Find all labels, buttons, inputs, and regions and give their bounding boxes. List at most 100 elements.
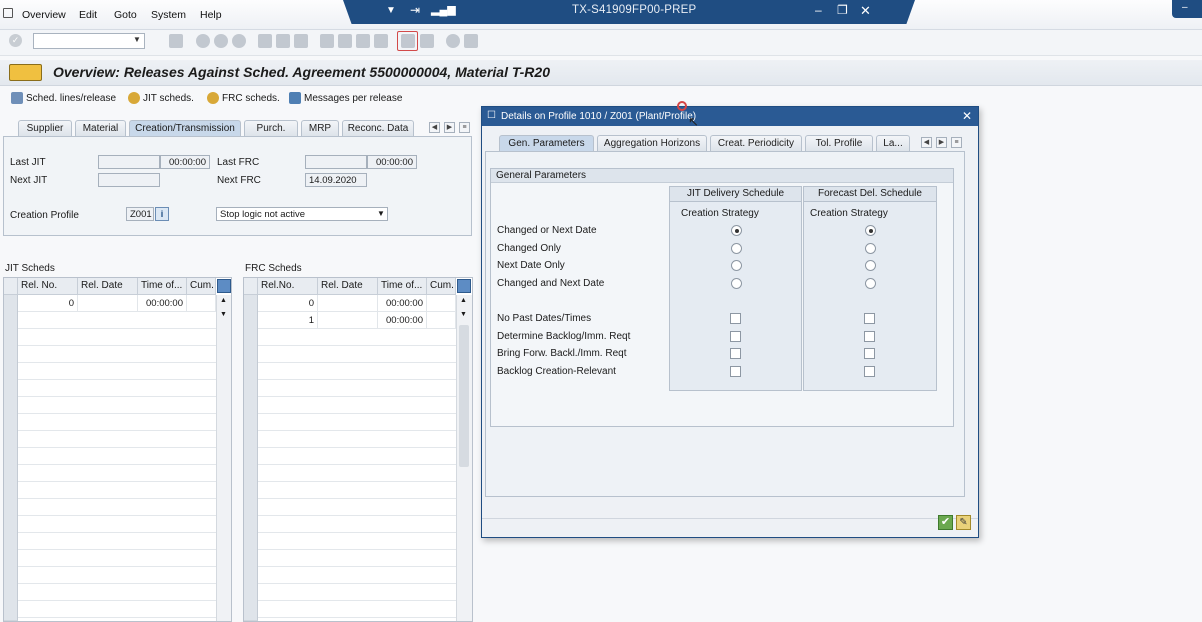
jit-col-rel-no[interactable]: Rel. No. (18, 278, 78, 295)
frc-scroll-thumb[interactable] (459, 325, 469, 467)
frc-cell[interactable] (318, 312, 378, 329)
frc-scheds-button[interactable]: FRC scheds. (207, 92, 280, 104)
dialog-tab-creat-periodicity[interactable]: Creat. Periodicity (710, 135, 802, 151)
frc-checkbox-bring-forward-backlog[interactable] (864, 348, 875, 359)
tab-reconc-data[interactable]: Reconc. Data (342, 120, 414, 136)
find-next-icon[interactable] (294, 34, 308, 48)
messages-per-release-button[interactable]: Messages per release (289, 92, 402, 104)
menu-goto[interactable]: Goto (114, 9, 137, 21)
last-jit-date-field[interactable] (98, 155, 160, 169)
jit-cell[interactable] (187, 295, 216, 312)
chevron-down-icon[interactable]: ▼ (377, 209, 385, 218)
jit-radio-changed-or-next-date[interactable] (731, 225, 742, 236)
dialog-tab-tol-profile[interactable]: Tol. Profile (805, 135, 873, 151)
table-settings-icon[interactable] (457, 279, 471, 293)
dropdown-icon[interactable]: ▼ (386, 5, 396, 16)
confirm-checkmark-icon[interactable]: ✔ (938, 515, 953, 530)
frc-cell[interactable] (318, 295, 378, 312)
close-icon[interactable]: ✕ (860, 3, 871, 19)
tab-supplier[interactable]: Supplier (18, 120, 72, 136)
menu-edit[interactable]: Edit (79, 9, 97, 21)
table-settings-icon[interactable] (217, 279, 231, 293)
back-icon[interactable] (196, 34, 210, 48)
pin-icon[interactable]: ⇥ (410, 3, 420, 17)
frc-row-selector-column[interactable] (244, 295, 258, 621)
previous-page-icon[interactable] (338, 34, 352, 48)
last-jit-time-field[interactable]: 00:00:00 (160, 155, 210, 169)
frc-cell[interactable] (427, 312, 456, 329)
save-icon[interactable] (169, 34, 183, 48)
restore-icon[interactable]: ❐ (837, 3, 848, 17)
scroll-up-icon[interactable]: ▲ (460, 297, 467, 304)
exit-icon[interactable] (214, 34, 228, 48)
scroll-up-icon[interactable]: ▲ (220, 297, 227, 304)
frc-radio-changed-and-next-date[interactable] (865, 278, 876, 289)
frc-col-cum[interactable]: Cum. R (427, 278, 456, 295)
frc-select-all[interactable] (244, 278, 258, 295)
jit-checkbox-no-past-dates[interactable] (730, 313, 741, 324)
frc-col-rel-no[interactable]: Rel.No. (258, 278, 318, 295)
dialog-tab-gen-parameters[interactable]: Gen. Parameters (499, 135, 594, 151)
chevron-down-icon[interactable]: ▼ (133, 35, 141, 44)
jit-cell[interactable]: 00:00:00 (138, 295, 187, 312)
tab-mrp[interactable]: MRP (301, 120, 339, 136)
frc-cell[interactable]: 00:00:00 (378, 312, 427, 329)
first-page-icon[interactable] (320, 34, 334, 48)
dialog-tab-scroll-left-icon[interactable]: ◀ (921, 137, 932, 148)
jit-radio-changed-and-next-date[interactable] (731, 278, 742, 289)
enter-icon[interactable]: ✓ (9, 34, 22, 47)
jit-cell[interactable] (78, 295, 138, 312)
last-page-icon[interactable] (374, 34, 388, 48)
next-jit-date-field[interactable] (98, 173, 160, 187)
find-icon[interactable] (276, 34, 290, 48)
last-frc-date-field[interactable] (305, 155, 367, 169)
sched-lines-button[interactable]: Sched. lines/release (11, 92, 116, 104)
jit-radio-changed-only[interactable] (731, 243, 742, 254)
dialog-tab-aggregation-horizons[interactable]: Aggregation Horizons (597, 135, 707, 151)
jit-checkbox-bring-forward-backlog[interactable] (730, 348, 741, 359)
tab-scroll-right-icon[interactable]: ▶ (444, 122, 455, 133)
frc-checkbox-backlog-creation-relevant[interactable] (864, 366, 875, 377)
tab-material[interactable]: Material (75, 120, 126, 136)
print-icon[interactable] (258, 34, 272, 48)
stop-logic-select[interactable]: Stop logic not active (216, 207, 388, 221)
jit-checkbox-determine-backlog[interactable] (730, 331, 741, 342)
last-frc-time-field[interactable]: 00:00:00 (367, 155, 417, 169)
jit-select-all[interactable] (4, 278, 18, 295)
new-session-icon[interactable] (401, 34, 415, 48)
cancel-icon[interactable] (232, 34, 246, 48)
menu-icon[interactable] (3, 8, 13, 18)
jit-col-cum[interactable]: Cum. R (187, 278, 216, 295)
jit-scheds-button[interactable]: JIT scheds. (128, 92, 194, 104)
jit-col-rel-date[interactable]: Rel. Date (78, 278, 138, 295)
frc-radio-next-date-only[interactable] (865, 260, 876, 271)
tab-purch[interactable]: Purch. (244, 120, 298, 136)
frc-cell[interactable]: 00:00:00 (378, 295, 427, 312)
jit-radio-next-date-only[interactable] (731, 260, 742, 271)
frc-checkbox-determine-backlog[interactable] (864, 331, 875, 342)
dialog-close-icon[interactable]: ✕ (962, 109, 972, 123)
tab-creation-transmission[interactable]: Creation/Transmission (129, 120, 241, 136)
layout-icon[interactable] (464, 34, 478, 48)
menu-help[interactable]: Help (200, 9, 222, 21)
shortcut-icon[interactable] (420, 34, 434, 48)
command-field[interactable] (33, 33, 145, 49)
jit-row-selector-column[interactable] (4, 295, 18, 621)
corner-minimize-icon[interactable]: – (1182, 2, 1188, 13)
frc-radio-changed-only[interactable] (865, 243, 876, 254)
scroll-down-icon[interactable]: ▼ (220, 311, 227, 318)
frc-col-time[interactable]: Time of... (378, 278, 427, 295)
frc-col-rel-date[interactable]: Rel. Date (318, 278, 378, 295)
info-icon[interactable]: i (155, 207, 169, 221)
jit-cell[interactable]: 0 (18, 295, 78, 312)
frc-checkbox-no-past-dates[interactable] (864, 313, 875, 324)
jit-scrollbar[interactable] (216, 295, 231, 621)
dialog-tab-la[interactable]: La... (876, 135, 910, 151)
frc-cell[interactable]: 1 (258, 312, 318, 329)
minimize-icon[interactable]: – (815, 3, 822, 17)
next-page-icon[interactable] (356, 34, 370, 48)
menu-system[interactable]: System (151, 9, 186, 21)
tab-scroll-left-icon[interactable]: ◀ (429, 122, 440, 133)
jit-col-time[interactable]: Time of... (138, 278, 187, 295)
frc-cell[interactable]: 0 (258, 295, 318, 312)
